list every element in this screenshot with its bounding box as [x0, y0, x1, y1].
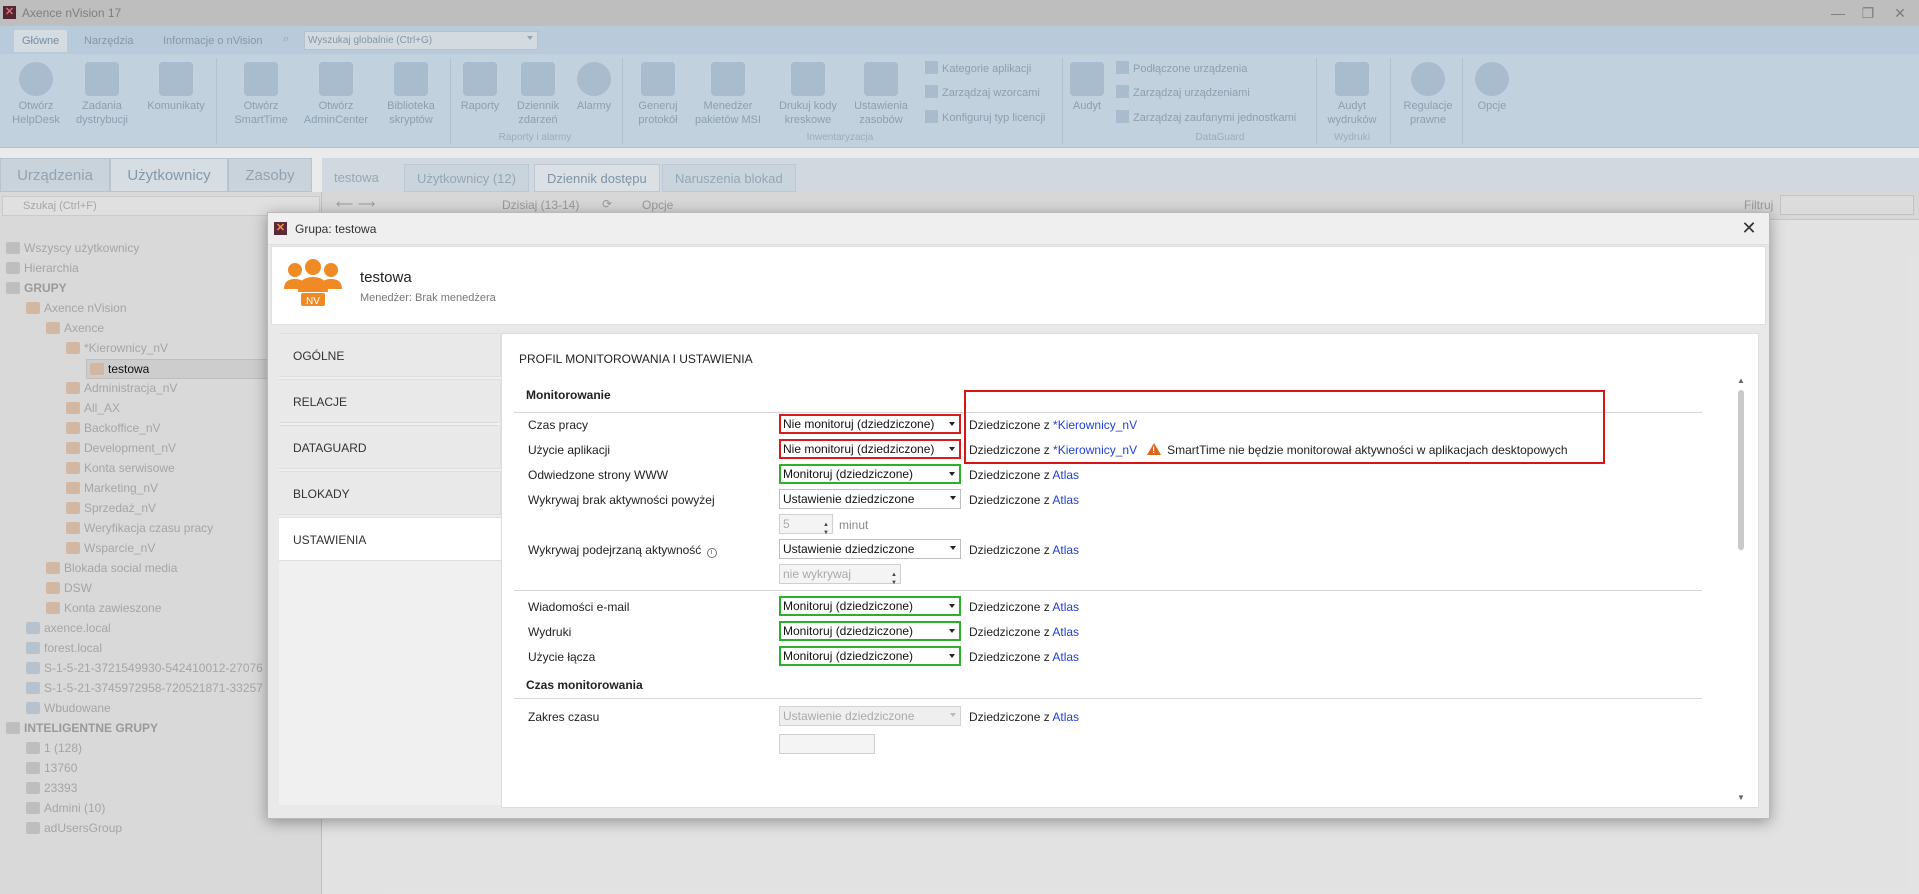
row-label-wydruki: Wydruki — [528, 625, 572, 639]
inherited-strony-www: Dziedziczone z Atlas — [969, 468, 1079, 482]
chevron-down-icon — [949, 604, 955, 608]
chevron-down-icon — [950, 713, 956, 717]
time-header: Czas monitorowania — [526, 678, 643, 692]
settings-panel: PROFIL MONITOROWANIA I USTAWIENIA Monito… — [501, 333, 1759, 808]
inherited-source-link[interactable]: Atlas — [1052, 468, 1079, 482]
stepper-value: 5 — [783, 517, 790, 531]
select-czas-pracy[interactable]: Nie monitoruj (dziedziczone) — [779, 414, 961, 434]
inherited-prefix: Dziedziczone z — [969, 710, 1050, 724]
warning-text: SmartTime nie będzie monitorował aktywno… — [1167, 443, 1568, 457]
section-title: PROFIL MONITOROWANIA I USTAWIENIA — [519, 352, 753, 366]
inherited-zakres-czasu: Dziedziczone z Atlas — [969, 710, 1079, 724]
minutes-unit: minut — [839, 518, 869, 532]
select-value: Monitoruj (dziedziczone) — [783, 467, 914, 481]
chevron-down-icon — [950, 496, 956, 500]
inherited-source-link[interactable]: Atlas — [1052, 543, 1079, 557]
select-value: Nie monitoruj (dziedziczone) — [783, 417, 935, 431]
select-uzycie-lacza[interactable]: Monitoruj (dziedziczone) — [779, 646, 961, 666]
warning-icon — [1147, 443, 1162, 455]
select-email[interactable]: Monitoruj (dziedziczone) — [779, 596, 961, 616]
nav-ustawienia[interactable]: USTAWIENIA — [279, 517, 503, 561]
nav-relacje[interactable]: RELACJE — [279, 379, 501, 423]
scroll-thumb[interactable] — [1738, 390, 1744, 550]
inherited-uzycie-aplikacji: Dziedziczone z *Kierownicy_nV SmartTime n… — [969, 443, 1568, 457]
inherited-prefix: Dziedziczone z — [969, 493, 1050, 507]
select-value: Ustawienie dziedziczone — [783, 542, 915, 556]
inherited-source-link[interactable]: *Kierownicy_nV — [1053, 443, 1137, 457]
dialog-title: Grupa: testowa — [295, 222, 377, 236]
vertical-scrollbar[interactable]: ▲ ▼ — [1735, 374, 1747, 804]
row-label-uzycie-lacza: Użycie łącza — [528, 650, 596, 664]
inherited-email: Dziedziczone z Atlas — [969, 600, 1079, 614]
row-label-email: Wiadomości e-mail — [528, 600, 630, 614]
nav-dataguard[interactable]: DATAGUARD — [279, 425, 501, 469]
chevron-down-icon — [950, 546, 956, 550]
group-header: NV testowa Menedżer: Brak menedżera — [271, 246, 1766, 325]
chevron-down-icon — [949, 472, 955, 476]
select-value: Monitoruj (dziedziczone) — [783, 599, 914, 613]
row-label-zakres-czasu: Zakres czasu — [528, 710, 600, 724]
time-range-field[interactable] — [779, 734, 875, 754]
avatar-badge: NV — [306, 296, 320, 307]
inherited-source-link[interactable]: Atlas — [1052, 600, 1079, 614]
select-brak-aktywnosci[interactable]: Ustawienie dziedziczone — [779, 489, 961, 509]
row-label-uzycie-aplikacji: Użycie aplikacji — [528, 443, 611, 457]
row-label-podejrzana-aktywnosc: Wykrywaj podejrzaną aktywność i — [528, 543, 717, 558]
row-label-strony-www: Odwiedzone strony WWW — [528, 468, 669, 482]
inherited-source-link[interactable]: Atlas — [1052, 710, 1079, 724]
group-dialog: ✕ Grupa: testowa ✕ NV testowa Menedżer: … — [267, 212, 1770, 819]
group-manager: Menedżer: Brak menedżera — [360, 292, 496, 304]
select-value: Monitoruj (dziedziczone) — [783, 624, 914, 638]
select-value: Ustawienie dziedziczone — [783, 492, 915, 506]
select-zakres-czasu[interactable]: Ustawienie dziedziczone — [779, 706, 961, 726]
dialog-nav: OGÓLNE RELACJE DATAGUARD BLOKADY USTAWIE… — [279, 333, 503, 805]
inherited-prefix: Dziedziczone z — [969, 543, 1050, 557]
inherited-source-link[interactable]: Atlas — [1052, 493, 1079, 507]
inherited-prefix: Dziedziczone z — [969, 468, 1050, 482]
chevron-down-icon — [949, 629, 955, 633]
settings-scroll-area: Monitorowanie Czas pracy Nie monitoruj (… — [514, 374, 1732, 804]
divider — [514, 698, 1702, 699]
chevron-down-icon — [949, 654, 955, 658]
group-name: testowa — [360, 269, 412, 286]
chevron-down-icon — [949, 447, 955, 451]
inherited-uzycie-lacza: Dziedziczone z Atlas — [969, 650, 1079, 664]
select-strony-www[interactable]: Monitoruj (dziedziczone) — [779, 464, 961, 484]
nav-blokady[interactable]: BLOKADY — [279, 471, 501, 515]
nav-ogolne[interactable]: OGÓLNE — [279, 333, 501, 377]
stepper-value: nie wykrywaj — [783, 567, 852, 581]
scroll-up-icon[interactable]: ▲ — [1737, 376, 1745, 385]
inherited-source-link[interactable]: Atlas — [1052, 625, 1079, 639]
app-logo-icon: ✕ — [274, 222, 287, 235]
info-icon[interactable]: i — [706, 548, 717, 558]
inherited-source-link[interactable]: *Kierownicy_nV — [1053, 418, 1137, 432]
chevron-down-icon — [949, 422, 955, 426]
inactivity-minutes-stepper[interactable]: 5 ▲ ▼ — [779, 514, 833, 536]
row-label-brak-aktywnosci: Wykrywaj brak aktywności powyżej — [528, 493, 715, 507]
divider — [514, 590, 1702, 591]
select-value: Monitoruj (dziedziczone) — [783, 649, 914, 663]
inherited-prefix: Dziedziczone z — [969, 625, 1050, 639]
inherited-wydruki: Dziedziczone z Atlas — [969, 625, 1079, 639]
inherited-source-link[interactable]: Atlas — [1052, 650, 1079, 664]
inherited-czas-pracy: Dziedziczone z *Kierownicy_nV — [969, 418, 1137, 432]
inherited-brak-aktywnosci: Dziedziczone z Atlas — [969, 493, 1079, 507]
select-value: Ustawienie dziedziczone — [783, 709, 915, 723]
scroll-down-icon[interactable]: ▼ — [1737, 793, 1745, 802]
suspicious-activity-stepper[interactable]: nie wykrywaj ▲ ▼ — [779, 564, 901, 586]
select-podejrzana-aktywnosc[interactable]: Ustawienie dziedziczone — [779, 539, 961, 559]
inherited-prefix: Dziedziczone z — [969, 600, 1050, 614]
select-value: Nie monitoruj (dziedziczone) — [783, 442, 935, 456]
inherited-podejrzana-aktywnosc: Dziedziczone z Atlas — [969, 543, 1079, 557]
row-label-czas-pracy: Czas pracy — [528, 418, 589, 432]
inherited-prefix: Dziedziczone z — [969, 418, 1050, 432]
inherited-prefix: Dziedziczone z — [969, 650, 1050, 664]
inherited-prefix: Dziedziczone z — [969, 443, 1050, 457]
group-avatar-icon: NV — [284, 259, 342, 307]
close-icon[interactable]: ✕ — [1739, 218, 1759, 238]
select-uzycie-aplikacji[interactable]: Nie monitoruj (dziedziczone) — [779, 439, 961, 459]
dialog-titlebar: ✕ Grupa: testowa ✕ — [268, 213, 1769, 245]
monitoring-header: Monitorowanie — [526, 388, 611, 402]
select-wydruki[interactable]: Monitoruj (dziedziczone) — [779, 621, 961, 641]
